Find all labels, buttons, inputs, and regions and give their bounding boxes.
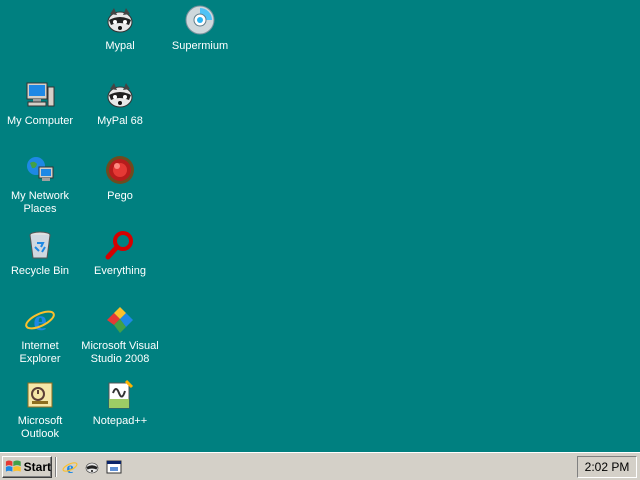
- desktop-icon-label: My Network Places: [10, 190, 70, 215]
- desktop-icon-label: Microsoft Visual Studio 2008: [81, 340, 159, 365]
- show-desktop-icon[interactable]: [105, 458, 123, 476]
- network-places-icon: [22, 152, 58, 188]
- desktop-icon-everything[interactable]: Everything: [80, 227, 160, 297]
- computer-icon: [22, 77, 58, 113]
- desktop-icon-mypal-68[interactable]: MyPal 68: [80, 77, 160, 147]
- desktop-icon-label: Internet Explorer: [19, 340, 61, 365]
- desktop-icon-label: My Computer: [6, 115, 74, 127]
- system-tray: 2:02 PM: [577, 456, 637, 478]
- start-button[interactable]: Start: [2, 456, 52, 478]
- magnifier-icon: [102, 227, 138, 263]
- raccoon-icon: [102, 2, 138, 38]
- desktop-icon-pego[interactable]: Pego: [80, 152, 160, 222]
- desktop[interactable]: Mypal Supermium My Computer MyPal 68 My …: [0, 0, 640, 452]
- desktop-icon-label: Recycle Bin: [10, 265, 70, 277]
- desktop-icon-internet-explorer[interactable]: e Internet Explorer: [0, 302, 80, 372]
- visual-studio-icon: [102, 302, 138, 338]
- desktop-icon-microsoft-outlook[interactable]: Microsoft Outlook: [0, 377, 80, 447]
- outlook-icon: [22, 377, 58, 413]
- desktop-icon-label: Supermium: [171, 40, 229, 52]
- desktop-icon-notepad-plus-plus[interactable]: Notepad++: [80, 377, 160, 447]
- notepad-plus-plus-icon: [102, 377, 138, 413]
- desktop-icon-mypal[interactable]: Mypal: [80, 2, 160, 72]
- desktop-icon-label: Mypal: [105, 40, 135, 52]
- desktop-icon-label: Everything: [94, 265, 146, 277]
- svg-text:e: e: [66, 460, 73, 475]
- desktop-icon-my-computer[interactable]: My Computer: [0, 77, 80, 147]
- raccoon-icon: [102, 77, 138, 113]
- quicklaunch-internet-explorer-icon[interactable]: e: [61, 458, 79, 476]
- supermium-icon: [182, 2, 218, 38]
- windows-logo-icon: [5, 460, 21, 472]
- clock[interactable]: 2:02 PM: [585, 460, 630, 474]
- svg-text:e: e: [33, 304, 46, 336]
- red-button-icon: [102, 152, 138, 188]
- taskbar-separator: [55, 457, 57, 477]
- recycle-bin-icon: [22, 227, 58, 263]
- desktop-icon-visual-studio[interactable]: Microsoft Visual Studio 2008: [80, 302, 160, 372]
- desktop-icon-label: Microsoft Outlook: [17, 415, 63, 440]
- start-label: Start: [23, 460, 51, 474]
- taskbar: Start e 2:02 PM: [0, 452, 640, 480]
- desktop-icon-my-network-places[interactable]: My Network Places: [0, 152, 80, 222]
- quicklaunch-raccoon-icon[interactable]: [83, 458, 101, 476]
- desktop-icon-recycle-bin[interactable]: Recycle Bin: [0, 227, 80, 297]
- desktop-icon-label: Pego: [107, 190, 133, 202]
- desktop-icon-label: Notepad++: [92, 415, 148, 427]
- internet-explorer-icon: e: [22, 302, 58, 338]
- desktop-icon-supermium[interactable]: Supermium: [160, 2, 240, 72]
- desktop-icon-label: MyPal 68: [97, 115, 143, 127]
